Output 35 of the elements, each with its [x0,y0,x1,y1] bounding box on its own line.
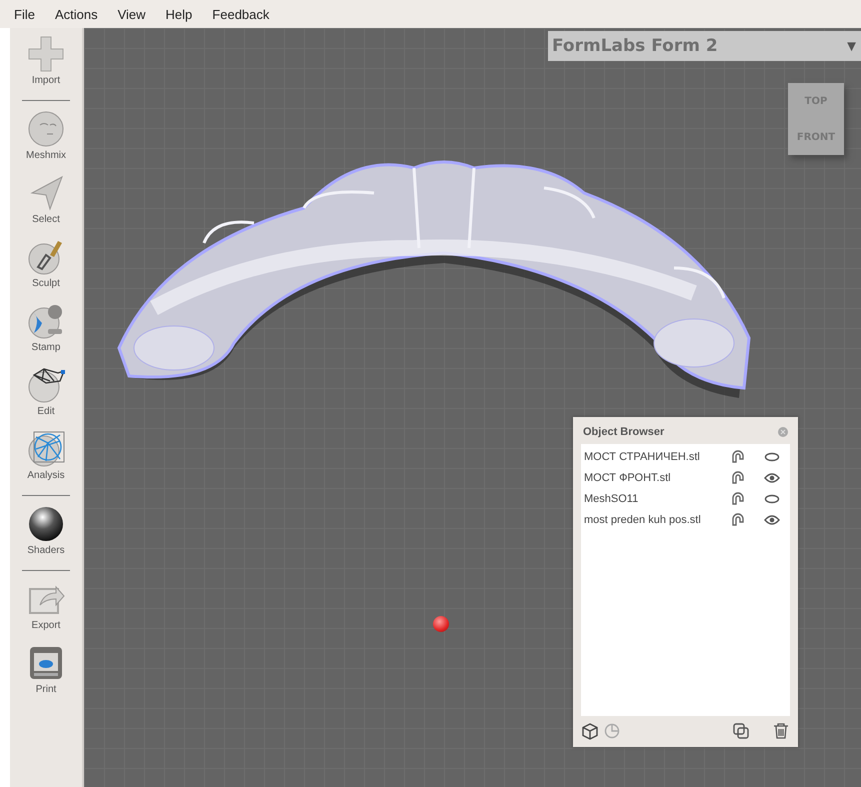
trash-icon[interactable] [772,722,790,740]
tool-button[interactable]: Meshmix [14,109,78,173]
printer-dropdown[interactable]: FormLabs Form 2 ▼ [548,31,861,61]
tool-button[interactable]: Print [14,643,78,707]
cube-icon[interactable] [581,722,599,740]
tool-button[interactable]: Analysis [14,429,78,493]
duplicate-icon[interactable] [732,722,750,740]
object-name[interactable]: most preden kuh pos.stl [584,514,730,526]
tool-button[interactable]: Select [14,173,78,237]
object-name[interactable]: МОСТ ФРОНТ.stl [584,472,730,484]
menu-item[interactable]: File [4,6,45,22]
menu-item[interactable]: Feedback [202,6,280,22]
menu-item[interactable]: Help [156,6,202,22]
magnet-icon[interactable] [730,450,746,464]
tool-button[interactable]: Export [14,579,78,643]
magnet-icon[interactable] [730,512,746,526]
tool-button[interactable]: Shaders [14,504,78,568]
menu-item[interactable]: Actions [44,6,108,22]
eye-icon[interactable] [764,512,780,526]
object-name[interactable]: MeshSO11 [584,492,730,504]
menu-item[interactable]: View [108,6,156,22]
tool-button[interactable]: Sculpt [14,237,78,301]
tool-button[interactable]: Stamp [14,301,78,365]
object-browser-panel: Object Browser МОСТ СТРАНИЧЕН.stl МОСТ ФРОНТ.stl MeshSO11 most preden kuh pos.stl [573,417,798,747]
tool-icon [26,109,66,149]
tool-icon [26,429,66,469]
object-name[interactable]: МОСТ СТРАНИЧЕН.stl [584,450,730,462]
tool-icon [26,504,66,544]
pivot-dot[interactable] [433,616,449,632]
tool-button[interactable]: Edit [14,365,78,429]
tool-icon [26,34,66,74]
tool-button[interactable]: Import [14,34,78,98]
magnet-icon[interactable] [730,492,746,506]
magnet-icon[interactable] [730,470,746,484]
eye-icon[interactable] [764,470,780,484]
